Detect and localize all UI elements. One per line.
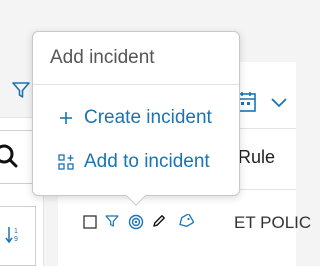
- popup-divider: [33, 84, 239, 85]
- target-icon[interactable]: [128, 214, 144, 230]
- chevron-down-icon[interactable]: [270, 96, 288, 114]
- popup-title: Add incident: [50, 47, 155, 68]
- svg-text:1: 1: [14, 228, 18, 235]
- create-incident-menu-item[interactable]: Create incident: [34, 98, 238, 138]
- column-header-rule[interactable]: Rule: [238, 147, 275, 168]
- add-to-incident-label: Add to incident: [84, 151, 210, 172]
- add-to-incident-menu-item[interactable]: Add to incident: [34, 142, 238, 182]
- tag-icon[interactable]: [178, 214, 194, 228]
- plus-icon: [54, 111, 78, 125]
- pencil-icon[interactable]: [152, 214, 166, 228]
- search-icon[interactable]: [0, 144, 20, 173]
- sort-numeric-icon[interactable]: 1 9: [5, 225, 23, 250]
- svg-text:9: 9: [14, 236, 18, 243]
- filter-icon[interactable]: [11, 80, 31, 105]
- row-filter-icon[interactable]: [105, 214, 119, 228]
- row-checkbox[interactable]: [83, 215, 97, 229]
- rule-cell: ET POLIC: [234, 213, 312, 232]
- add-to-incident-icon: [54, 154, 78, 170]
- create-incident-label: Create incident: [84, 107, 212, 128]
